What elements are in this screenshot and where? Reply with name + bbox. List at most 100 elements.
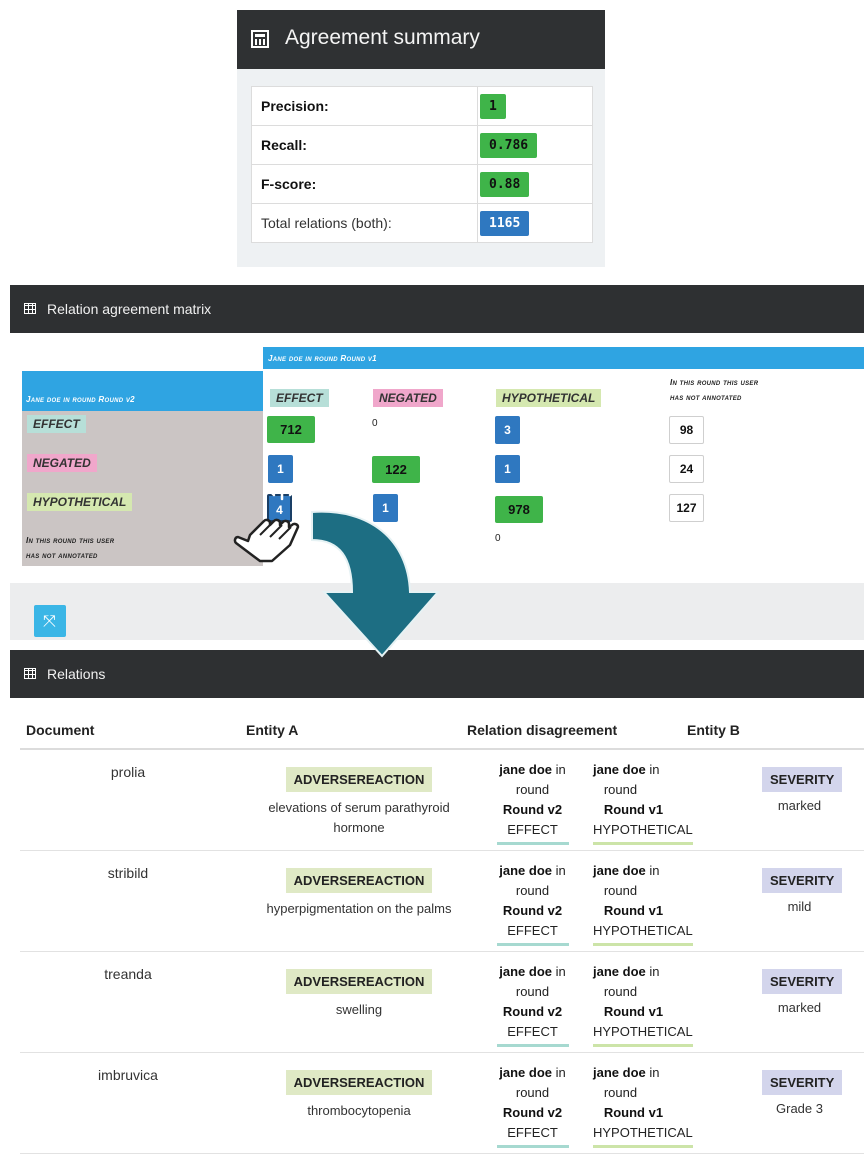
entity-a: ADVERSEREACTION elevations of serum para… [250,767,468,838]
table-row[interactable]: prolia ADVERSEREACTION elevations of ser… [20,751,864,851]
cell-effect-negated[interactable]: 0 [372,418,378,429]
round-text: round [515,984,550,999]
column-user-label: Jane doe in round Round v1 [268,354,377,363]
in-text: in [649,964,660,979]
entity-b: SEVERITY marked [762,767,843,813]
row-label-negated: NEGATED [27,454,97,472]
col-label-effect: EFFECT [270,389,329,407]
agreement-summary-table: Precision: 1 Recall: 0.786 F-score: 0.88… [251,86,593,243]
summary-row-total: Total relations (both): 1165 [251,203,593,243]
round-name: Round v2 [502,903,563,918]
round-name: Round v1 [603,903,664,918]
col-header-disagreement[interactable]: Relation disagreement [467,722,617,738]
total-relations-label: Total relations (both): [251,203,478,243]
cell-not-annotated-hypothetical[interactable]: 0 [495,533,501,544]
round-text: round [603,984,638,999]
matrix-header: Relation agreement matrix [10,285,864,333]
cell-effect-effect[interactable]: 712 [267,416,315,443]
round-text: round [603,1085,638,1100]
in-text: in [555,863,566,878]
entity-b-text: mild [787,899,812,914]
col-header-entity-a[interactable]: Entity A [246,722,298,738]
col-header-document[interactable]: Document [26,722,94,738]
cell-hypothetical-not-annotated[interactable]: 127 [669,494,704,522]
document-name[interactable]: prolia [20,764,236,780]
table-row[interactable]: stribild ADVERSEREACTION hyperpigmentati… [20,852,864,952]
table-row[interactable]: imbruvica ADVERSEREACTION thrombocytopen… [20,1054,864,1154]
in-text: in [555,964,566,979]
cell-negated-not-annotated[interactable]: 24 [669,455,704,483]
entity-b-type: SEVERITY [762,969,843,994]
entity-a-type: ADVERSEREACTION [285,969,433,994]
disagreement-annotator-a: jane doe in round Round v2 EFFECT [490,1063,575,1148]
cell-negated-effect[interactable]: 1 [268,455,293,483]
expand-icon[interactable] [34,605,66,637]
table-icon [24,303,36,314]
col-label-hypothetical: HYPOTHETICAL [496,389,602,407]
col-header-entity-b[interactable]: Entity B [687,722,740,738]
entity-b-type: SEVERITY [762,868,843,893]
cell-negated-negated[interactable]: 122 [372,456,420,483]
row-label-effect: EFFECT [27,415,86,433]
relation-label: HYPOTHETICAL [593,921,693,946]
cell-negated-hypothetical[interactable]: 1 [495,455,520,483]
row-user-header: Jane doe in round Round v2 [22,371,263,411]
in-text: in [555,762,566,777]
disagreement-annotator-b: jane doe in round Round v1 HYPOTHETICAL [593,760,713,845]
disagreement-annotator-b: jane doe in round Round v1 HYPOTHETICAL [593,1063,713,1148]
round-text: round [603,782,638,797]
table-row[interactable]: treanda ADVERSEREACTION swelling jane do… [20,953,864,1053]
relation-label: HYPOTHETICAL [593,1022,693,1047]
row-label-not-annotated: In this round this user has not annotate… [26,533,114,563]
entity-a-text: elevations of serum parathyroid hormone [268,800,450,835]
document-name[interactable]: stribild [20,865,236,881]
calculator-icon [251,30,269,48]
entity-a-text: swelling [335,1002,383,1017]
agreement-summary-panel: Agreement summary Precision: 1 Recall: 0… [237,10,605,267]
document-name[interactable]: imbruvica [20,1067,236,1083]
relations-panel: Relations Document Entity A Relation dis… [10,650,864,1154]
cell-effect-hypothetical[interactable]: 3 [495,416,520,444]
cell-hypothetical-hypothetical[interactable]: 978 [495,496,543,523]
disagreement-annotator-a: jane doe in round Round v2 EFFECT [490,861,575,946]
round-text: round [603,883,638,898]
entity-a: ADVERSEREACTION swelling [250,969,468,1020]
user-name: jane doe [499,762,552,777]
in-text: in [555,1065,566,1080]
round-name: Round v2 [502,802,563,817]
precision-value: 1 [480,93,506,119]
table-icon [24,668,36,679]
entity-a-text: hyperpigmentation on the palms [266,901,452,916]
entity-b-text: marked [777,1000,822,1015]
summary-row-precision: Precision: 1 [251,86,593,126]
in-text: in [649,863,660,878]
document-name[interactable]: treanda [20,966,236,982]
col-label-not-annotated: In this round this user has not annotate… [670,375,758,405]
user-name: jane doe [593,762,646,777]
recall-value: 0.786 [480,132,538,158]
round-text: round [515,1085,550,1100]
entity-a-type: ADVERSEREACTION [285,767,433,792]
not-annotated-line2: has not annotated [670,393,742,402]
entity-b: SEVERITY marked [762,969,843,1015]
cell-effect-not-annotated[interactable]: 98 [669,416,704,444]
disagreement-annotator-a: jane doe in round Round v2 EFFECT [490,962,575,1047]
entity-b-type: SEVERITY [762,767,843,792]
matrix-title: Relation agreement matrix [47,301,212,317]
agreement-summary-header: Agreement summary [237,10,605,69]
round-name: Round v1 [603,1004,664,1019]
relation-label: HYPOTHETICAL [593,820,693,845]
round-name: Round v2 [502,1105,563,1120]
entity-a-text: thrombocytopenia [307,1103,411,1118]
entity-a-type: ADVERSEREACTION [285,1070,433,1095]
entity-b: SEVERITY Grade 3 [762,1070,843,1116]
relation-label: EFFECT [496,1022,569,1047]
total-relations-value: 1165 [480,210,530,236]
not-annotated-line1: In this round this user [670,378,759,387]
entity-a: ADVERSEREACTION hyperpigmentation on the… [250,868,468,919]
round-name: Round v2 [502,1004,563,1019]
relation-label: EFFECT [496,921,569,946]
disagreement-annotator-b: jane doe in round Round v1 HYPOTHETICAL [593,962,713,1047]
entity-b-type: SEVERITY [762,1070,843,1095]
curved-arrow-icon [311,510,441,658]
